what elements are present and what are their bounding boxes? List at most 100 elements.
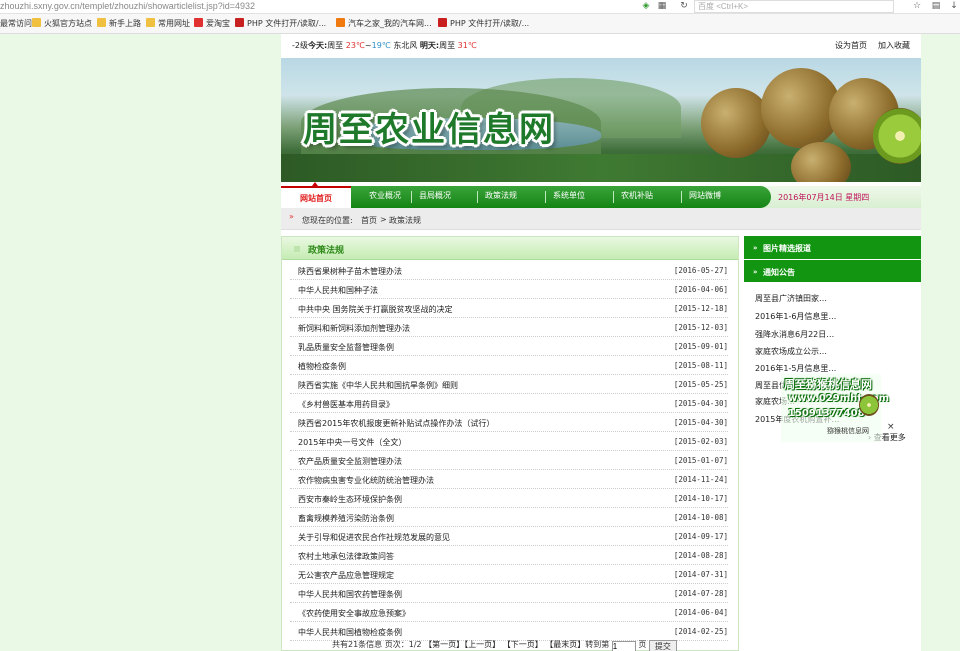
kiwi-fruit-image [791,142,851,182]
article-title-link[interactable]: 西安市秦岭生态环境保护条例 [298,494,402,505]
table-row[interactable]: 乳品质量安全监督管理条例 [2015-09-01] [290,337,728,356]
set-home-link[interactable]: 设为首页 [835,40,867,51]
article-list-panel: 政策法规 陕西省果树种子苗木管理办法 [2016-05-27] 中华人民共和国种子法… [281,236,739,651]
bookmark-item[interactable]: 火狐官方站点 [32,18,92,29]
breadcrumb-current: 政策法规 [389,216,421,225]
shield-icon[interactable]: ◈ [640,0,652,12]
article-title-link[interactable]: 农产品质量安全监测管理办法 [298,456,402,467]
nav-home[interactable]: 网站首页 [281,186,351,208]
nav-item[interactable]: 网站微博 [685,186,725,208]
article-title-link[interactable]: 乳品质量安全监督管理条例 [298,342,394,353]
table-row[interactable]: 《乡村兽医基本用药目录》 [2015-04-30] [290,394,728,413]
bookmark-item[interactable]: 汽车之家_我的汽车网... [336,18,432,29]
article-date: [2016-05-27] [673,266,728,275]
table-row[interactable]: 陕西省果树种子苗木管理办法 [2016-05-27] [290,261,728,280]
header-square-icon [294,246,300,252]
notice-item[interactable]: 周至县广济镇田家… [755,293,827,304]
table-row[interactable]: 农村土地承包法律政策问答 [2014-08-28] [290,546,728,565]
nav-item[interactable]: 县局概况 [415,186,455,208]
prev-page-link[interactable]: 【上一页】 [464,640,500,649]
article-date: [2015-05-25] [673,380,728,389]
article-title-link[interactable]: 陕西省果树种子苗木管理办法 [298,266,402,277]
table-row[interactable]: 中共中央 国务院关于打赢脱贫攻坚战的决定 [2015-12-18] [290,299,728,318]
bookmark-item[interactable]: 新手上路 [97,18,141,29]
breadcrumb-home[interactable]: 首页 [361,215,377,226]
goto-label: 转到第 [585,640,610,649]
bookmark-item[interactable]: 常用网址 [146,18,190,29]
table-row[interactable]: 《农药使用安全事故应急预案》 [2014-06-04] [290,603,728,622]
bookmark-item[interactable]: PHP 文件打开/读取/... [438,18,529,29]
article-title-link[interactable]: 农村土地承包法律政策问答 [298,551,394,562]
w3-icon [235,18,244,27]
main-nav: 网站首页 农业概况 县局概况 政策法规 系统单位 农机补贴 网站微博 2016年… [281,182,921,208]
article-date: [2014-08-28] [673,551,728,560]
table-row[interactable]: 新饲料和新饲料添加剂管理办法 [2015-12-03] [290,318,728,337]
article-title-link[interactable]: 中共中央 国务院关于打赢脱贫攻坚战的决定 [298,304,453,315]
article-title-link[interactable]: 中华人民共和国植物检疫条例 [298,627,402,638]
table-row[interactable]: 2015年中央一号文件（全文） [2015-02-03] [290,432,728,451]
submit-button[interactable]: 提交 [648,640,677,651]
add-favorite-link[interactable]: 加入收藏 [878,40,910,51]
notice-section-header[interactable]: » 通知公告 [744,260,921,282]
download-icon[interactable]: ↓ [948,0,960,12]
table-row[interactable]: 陕西省2015年农机报废更新补贴试点操作办法（试行） [2015-04-30] [290,413,728,432]
breadcrumb: » 您现在的位置: 首页 > 政策法规 [281,208,921,230]
article-title-link[interactable]: 《乡村兽医基本用药目录》 [298,399,394,410]
article-title-link[interactable]: 农作物病虫害专业化统防统治管理办法 [298,475,434,486]
kiwi-fruit-image [873,108,921,164]
nav-item[interactable]: 农业概况 [365,186,405,208]
table-row[interactable]: 关于引导和促进农民合作社规范发展的意见 [2014-09-17] [290,527,728,546]
panel-title: 政策法规 [308,246,345,256]
table-row[interactable]: 无公害农产品应急管理规定 [2014-07-31] [290,565,728,584]
first-page-link[interactable]: 【第一页】 [424,640,464,649]
page-number-input[interactable] [611,640,636,651]
article-title-link[interactable]: 陕西省实施《中华人民共和国抗旱条例》细则 [298,380,458,391]
notice-item[interactable]: 2016年1-6月信息里… [755,311,836,322]
pagination: 共有21条信息 页次：1/2 【第一页】【上一页】 【下一页】 【最末页】转到第… [332,639,677,651]
table-row[interactable]: 农产品质量安全监测管理办法 [2015-01-07] [290,451,728,470]
notice-item[interactable]: 2016年1-5月信息里… [755,363,836,374]
folder-icon [32,18,41,27]
ad-title: 周至猕猴桃信息网 [784,378,872,391]
table-row[interactable]: 农作物病虫害专业化统防统治管理办法 [2014-11-24] [290,470,728,489]
article-title-link[interactable]: 植物检疫条例 [298,361,346,372]
article-title-link[interactable]: 畜禽规模养殖污染防治条例 [298,513,394,524]
article-title-link[interactable]: 无公害农产品应急管理规定 [298,570,394,581]
folder-icon [146,18,155,27]
article-title-link[interactable]: 中华人民共和国农药管理条例 [298,589,402,600]
article-title-link[interactable]: 关于引导和促进农民合作社规范发展的意见 [298,532,450,543]
bookmark-item[interactable]: PHP 文件打开/读取/... [235,18,326,29]
close-icon[interactable]: × [887,422,895,432]
clipboard-icon[interactable]: ▤ [930,0,942,12]
floating-ad[interactable]: 周至猕猴桃信息网 www.029mht.com 15091377408 猕猴桃信… [781,374,895,442]
bookmark-item[interactable]: 最常访问 [0,18,32,29]
article-title-link[interactable]: 《农药使用安全事故应急预案》 [298,608,410,619]
qr-icon[interactable]: ▦ [656,0,668,12]
last-page-link[interactable]: 【最末页】 [545,640,585,649]
nav-separator [477,191,478,203]
notice-item[interactable]: 家庭农场成立公示… [755,346,827,357]
site-title: 周至农业信息网 [303,110,555,150]
article-title-link[interactable]: 2015年中央一号文件（全文） [298,437,406,448]
bookmark-item[interactable]: 爱淘宝 [194,18,230,29]
nav-item[interactable]: 系统单位 [549,186,589,208]
photo-section-header[interactable]: » 图片精选报道 [744,236,921,259]
article-title-link[interactable]: 新饲料和新饲料添加剂管理办法 [298,323,410,334]
nav-item[interactable]: 政策法规 [481,186,521,208]
table-row[interactable]: 畜禽规模养殖污染防治条例 [2014-10-08] [290,508,728,527]
table-row[interactable]: 中华人民共和国种子法 [2016-04-06] [290,280,728,299]
article-date: [2015-12-18] [673,304,728,313]
article-title-link[interactable]: 中华人民共和国种子法 [298,285,378,296]
reload-icon[interactable]: ↻ [678,0,690,12]
search-input[interactable]: 百度 <Ctrl+K> [694,0,894,13]
notice-item[interactable]: 强降水消息6月22日… [755,329,834,340]
table-row[interactable]: 西安市秦岭生态环境保护条例 [2014-10-17] [290,489,728,508]
table-row[interactable]: 中华人民共和国农药管理条例 [2014-07-28] [290,584,728,603]
next-page-link[interactable]: 【下一页】 [503,640,543,649]
table-row[interactable]: 植物检疫条例 [2015-08-11] [290,356,728,375]
star-icon[interactable]: ☆ [911,0,923,12]
table-row[interactable]: 陕西省实施《中华人民共和国抗旱条例》细则 [2015-05-25] [290,375,728,394]
url-field[interactable]: zhouzhi.sxny.gov.cn/templet/zhouzhi/show… [0,1,255,11]
article-title-link[interactable]: 陕西省2015年农机报废更新补贴试点操作办法（试行） [298,418,494,429]
nav-item[interactable]: 农机补贴 [617,186,657,208]
